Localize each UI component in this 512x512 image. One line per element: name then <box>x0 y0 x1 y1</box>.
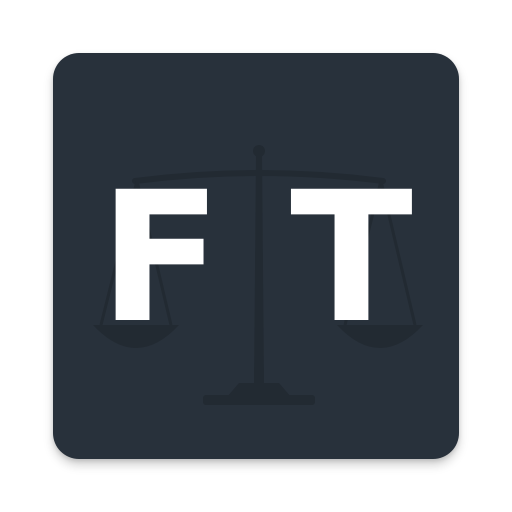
app-icon[interactable]: F T <box>53 53 459 459</box>
icon-canvas: F T <box>0 0 512 512</box>
monogram: F T <box>53 153 459 363</box>
monogram-letter-t: T <box>290 153 413 363</box>
monogram-letter-f: F <box>99 153 223 363</box>
